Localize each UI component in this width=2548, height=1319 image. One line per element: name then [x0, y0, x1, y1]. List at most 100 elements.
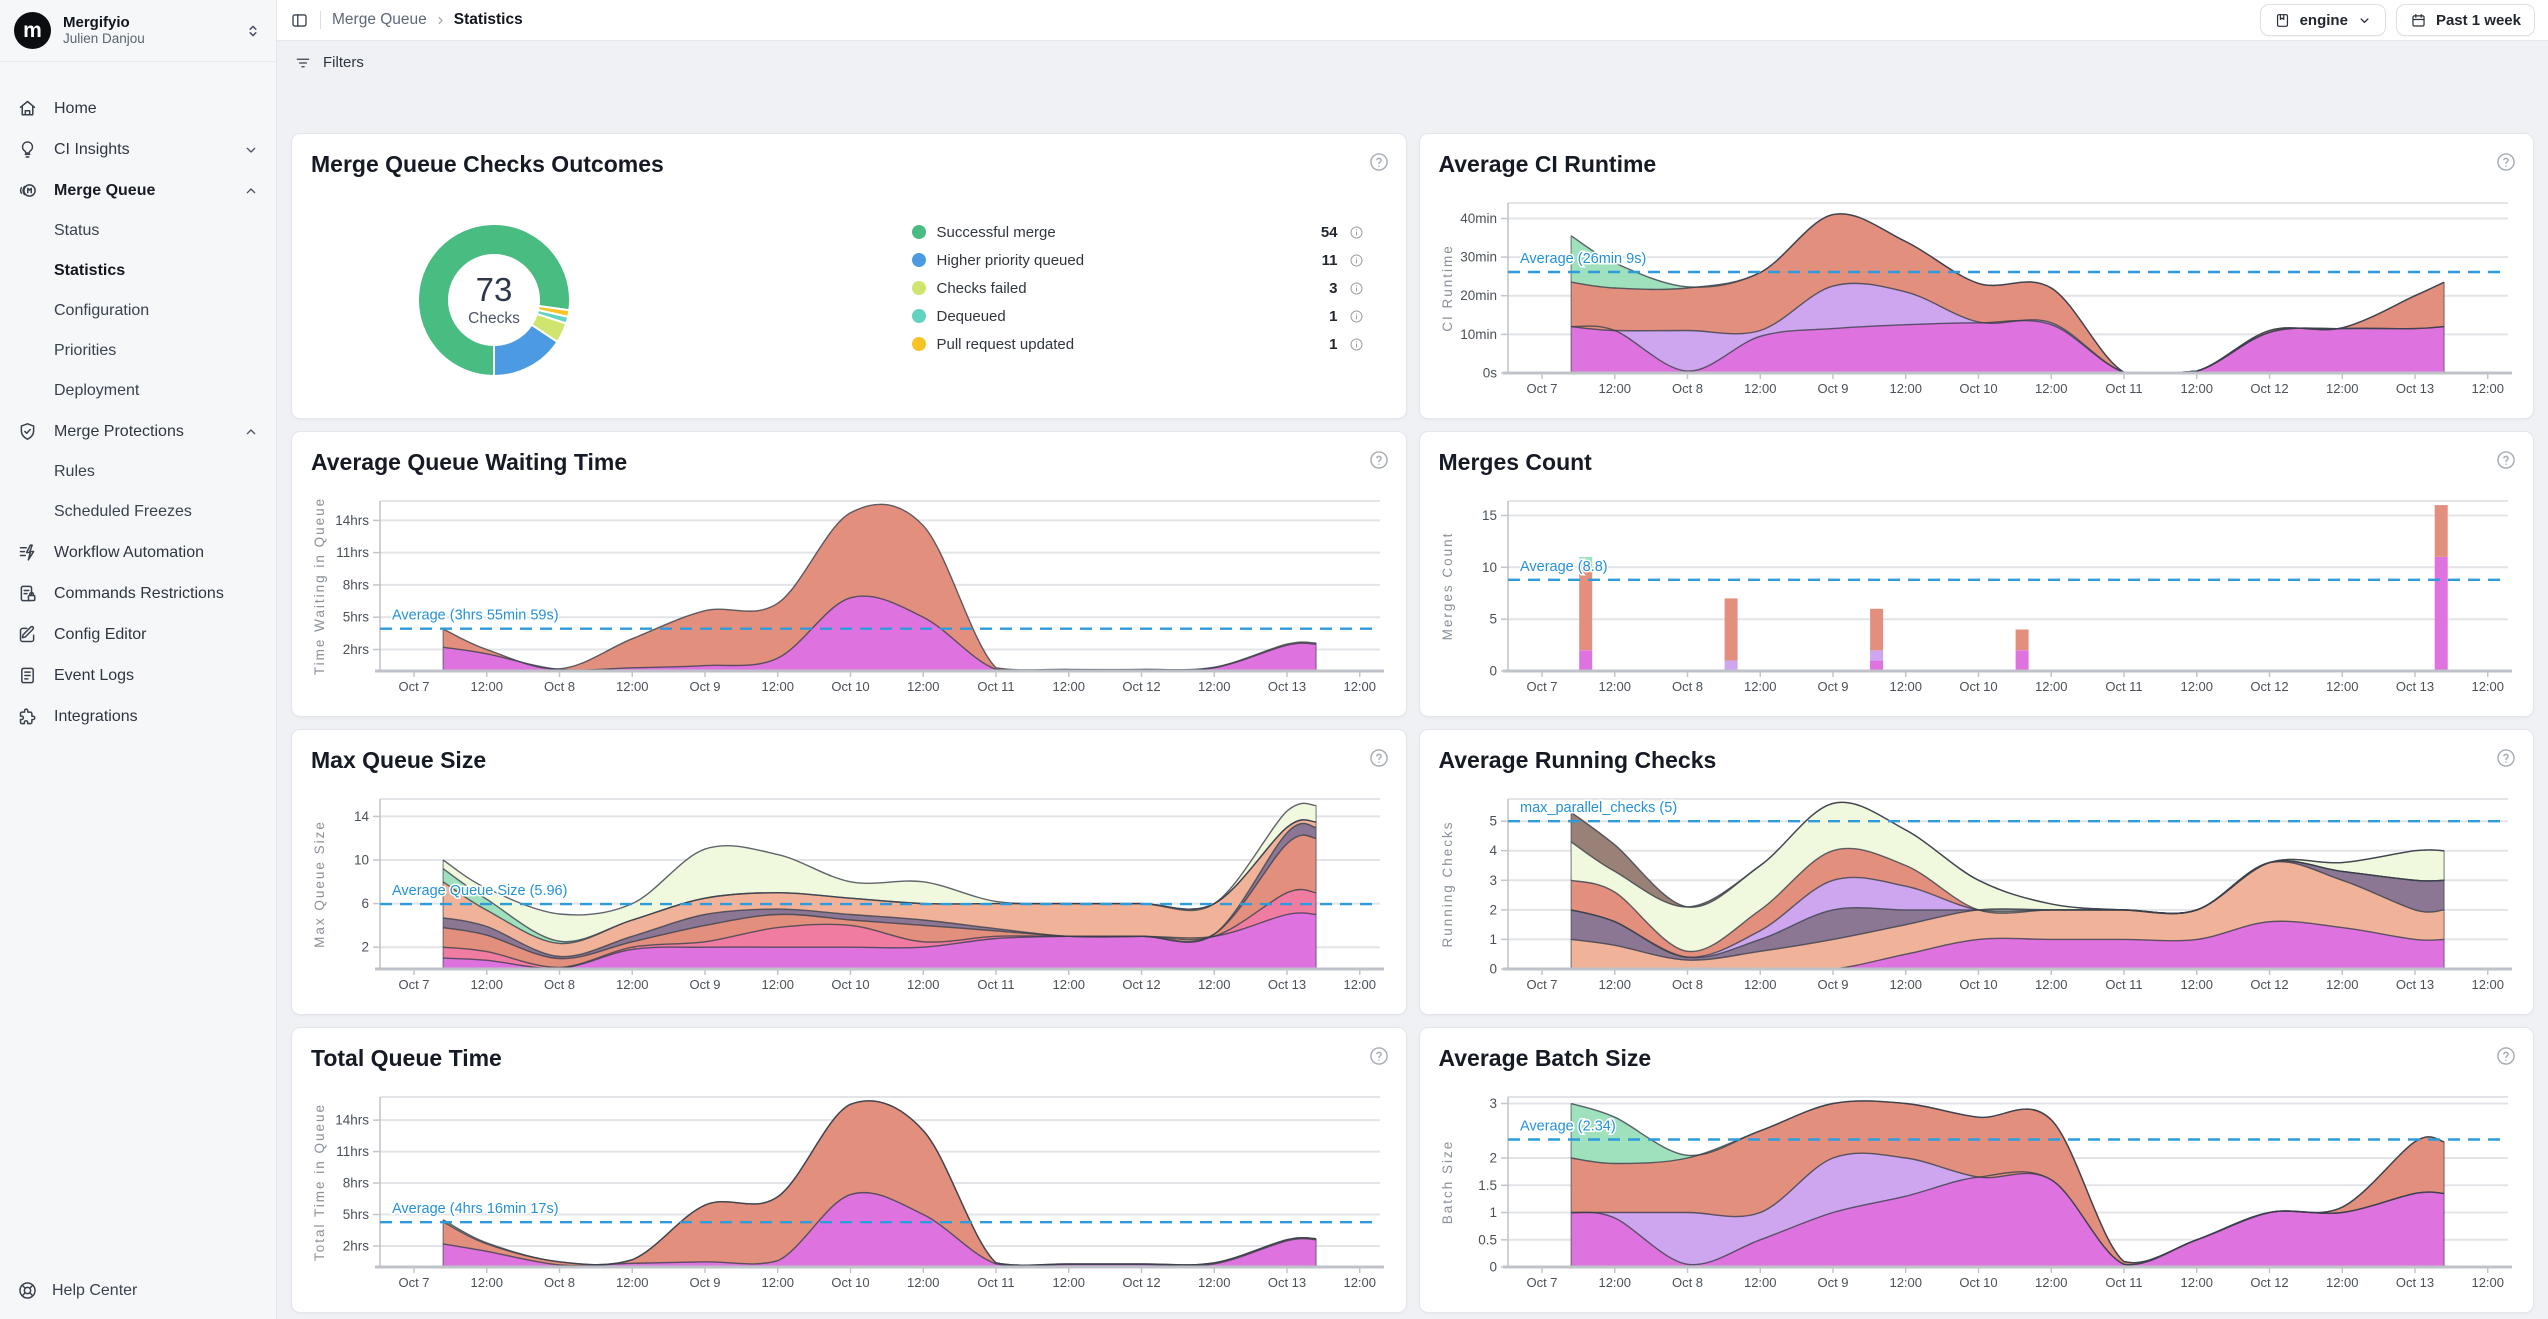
- svg-text:12:00: 12:00: [1889, 977, 1922, 992]
- svg-text:8hrs: 8hrs: [343, 1176, 370, 1191]
- svg-text:Oct 7: Oct 7: [398, 977, 429, 992]
- svg-text:0: 0: [1489, 1260, 1497, 1275]
- svg-text:20min: 20min: [1460, 288, 1497, 303]
- svg-text:30min: 30min: [1460, 250, 1497, 265]
- help-icon[interactable]: [2495, 151, 2517, 173]
- chart-svg: Oct 712:00Oct 812:00Oct 912:00Oct 1012:0…: [308, 493, 1388, 705]
- info-icon[interactable]: [1349, 337, 1364, 352]
- panel-title: Average CI Runtime: [1439, 151, 1657, 178]
- sidebar-item-config-editor[interactable]: Config Editor: [0, 614, 276, 655]
- svg-text:Oct 13: Oct 13: [2395, 977, 2433, 992]
- help-icon[interactable]: [1368, 747, 1390, 769]
- commands-icon: [17, 583, 38, 604]
- help-icon[interactable]: [1368, 1045, 1390, 1067]
- svg-text:12:00: 12:00: [1052, 977, 1085, 992]
- sidebar-item-workflow-automation[interactable]: Workflow Automation: [0, 532, 276, 573]
- sidebar-item-label: Integrations: [54, 708, 138, 726]
- help-icon[interactable]: [2495, 1045, 2517, 1067]
- help-icon[interactable]: [2495, 449, 2517, 471]
- svg-text:Oct 12: Oct 12: [2250, 977, 2288, 992]
- svg-text:Oct 11: Oct 11: [2105, 977, 2142, 992]
- svg-text:12:00: 12:00: [2325, 381, 2358, 396]
- breadcrumb: Merge Queue Statistics: [332, 11, 523, 29]
- panel-title: Average Batch Size: [1439, 1045, 1652, 1072]
- chevron-right-icon: [434, 14, 447, 27]
- help-center-link[interactable]: Help Center: [17, 1280, 137, 1301]
- chart-svg: Oct 712:00Oct 812:00Oct 912:00Oct 1012:0…: [308, 1089, 1388, 1301]
- sidebar-item-label: Deployment: [54, 382, 139, 400]
- svg-text:2: 2: [1489, 1151, 1497, 1166]
- svg-text:Oct 7: Oct 7: [398, 679, 429, 694]
- svg-text:5: 5: [1489, 814, 1497, 829]
- svg-text:12:00: 12:00: [907, 1275, 940, 1290]
- panel-average-running-checks: Average Running ChecksOct 712:00Oct 812:…: [1419, 729, 2535, 1015]
- filters-button[interactable]: Filters: [294, 54, 364, 72]
- help-icon[interactable]: [1368, 151, 1390, 173]
- filter-icon: [294, 54, 312, 72]
- help-icon[interactable]: [1368, 449, 1390, 471]
- org-switcher[interactable]: m Mergifyio Julien Danjou: [0, 0, 276, 62]
- svg-text:6: 6: [361, 896, 369, 911]
- svg-text:12:00: 12:00: [2034, 1275, 2067, 1290]
- sidebar-item-merge-protections[interactable]: Merge Protections: [0, 411, 276, 452]
- svg-text:Oct 10: Oct 10: [831, 1275, 869, 1290]
- sidebar-item-status[interactable]: Status: [0, 211, 276, 251]
- svg-text:Oct 8: Oct 8: [544, 679, 575, 694]
- svg-text:12:00: 12:00: [1198, 1275, 1231, 1290]
- svg-text:12:00: 12:00: [1598, 977, 1631, 992]
- svg-text:Oct 11: Oct 11: [2105, 381, 2142, 396]
- chart-area: Oct 712:00Oct 812:00Oct 912:00Oct 1012:0…: [1436, 493, 2518, 710]
- info-icon[interactable]: [1349, 309, 1364, 324]
- sidebar-item-configuration[interactable]: Configuration: [0, 291, 276, 331]
- svg-text:Oct 12: Oct 12: [2250, 679, 2288, 694]
- panel-average-queue-waiting-time: Average Queue Waiting TimeOct 712:00Oct …: [291, 431, 1407, 717]
- svg-text:5hrs: 5hrs: [343, 610, 370, 625]
- svg-text:Oct 9: Oct 9: [1817, 977, 1848, 992]
- sidebar-item-label: Configuration: [54, 302, 149, 320]
- sidebar-item-merge-queue[interactable]: Merge Queue: [0, 170, 276, 211]
- info-icon[interactable]: [1349, 253, 1364, 268]
- sidebar-item-scheduled-freezes[interactable]: Scheduled Freezes: [0, 492, 276, 532]
- svg-text:Oct 13: Oct 13: [2395, 1275, 2433, 1290]
- help-center-label: Help Center: [52, 1282, 137, 1300]
- date-range-button[interactable]: Past 1 week: [2396, 4, 2535, 36]
- chart-svg: Oct 712:00Oct 812:00Oct 912:00Oct 1012:0…: [1436, 493, 2516, 705]
- sidebar-item-commands-restrictions[interactable]: Commands Restrictions: [0, 573, 276, 614]
- svg-text:12:00: 12:00: [1052, 1275, 1085, 1290]
- svg-text:12:00: 12:00: [1743, 381, 1776, 396]
- info-icon[interactable]: [1349, 281, 1364, 296]
- sidebar-item-integrations[interactable]: Integrations: [0, 696, 276, 737]
- breadcrumb-parent[interactable]: Merge Queue: [332, 11, 427, 29]
- svg-text:12:00: 12:00: [907, 977, 940, 992]
- svg-text:12:00: 12:00: [2180, 977, 2213, 992]
- panel-title: Merges Count: [1439, 449, 1592, 476]
- repo-selector-button[interactable]: engine: [2260, 4, 2386, 36]
- chevron-down-icon: [243, 142, 259, 158]
- sidebar-toggle-icon[interactable]: [290, 11, 309, 30]
- svg-text:12:00: 12:00: [1343, 1275, 1376, 1290]
- svg-text:11hrs: 11hrs: [336, 1144, 369, 1159]
- event-logs-icon: [17, 665, 38, 686]
- sidebar-item-priorities[interactable]: Priorities: [0, 331, 276, 371]
- info-icon[interactable]: [1349, 225, 1364, 240]
- help-icon[interactable]: [2495, 747, 2517, 769]
- sidebar-item-statistics[interactable]: Statistics: [0, 251, 276, 291]
- sidebar-item-deployment[interactable]: Deployment: [0, 371, 276, 411]
- sidebar-item-ci-insights[interactable]: CI Insights: [0, 129, 276, 170]
- svg-text:Oct 12: Oct 12: [1122, 679, 1160, 694]
- svg-text:Oct 13: Oct 13: [2395, 679, 2433, 694]
- sidebar-item-home[interactable]: Home: [0, 88, 276, 129]
- svg-text:Oct 9: Oct 9: [689, 679, 720, 694]
- panel-title: Merge Queue Checks Outcomes: [311, 151, 664, 178]
- svg-text:12:00: 12:00: [616, 679, 649, 694]
- svg-text:1: 1: [1489, 932, 1497, 947]
- svg-text:Oct 11: Oct 11: [2105, 1275, 2142, 1290]
- sidebar-item-event-logs[interactable]: Event Logs: [0, 655, 276, 696]
- svg-text:10: 10: [1481, 560, 1496, 575]
- org-switcher-updown-icon[interactable]: [244, 22, 262, 40]
- svg-text:2: 2: [361, 940, 369, 955]
- svg-text:12:00: 12:00: [2180, 679, 2213, 694]
- sidebar-item-rules[interactable]: Rules: [0, 452, 276, 492]
- calendar-icon: [2410, 12, 2427, 29]
- org-name: Mergifyio: [63, 14, 145, 31]
